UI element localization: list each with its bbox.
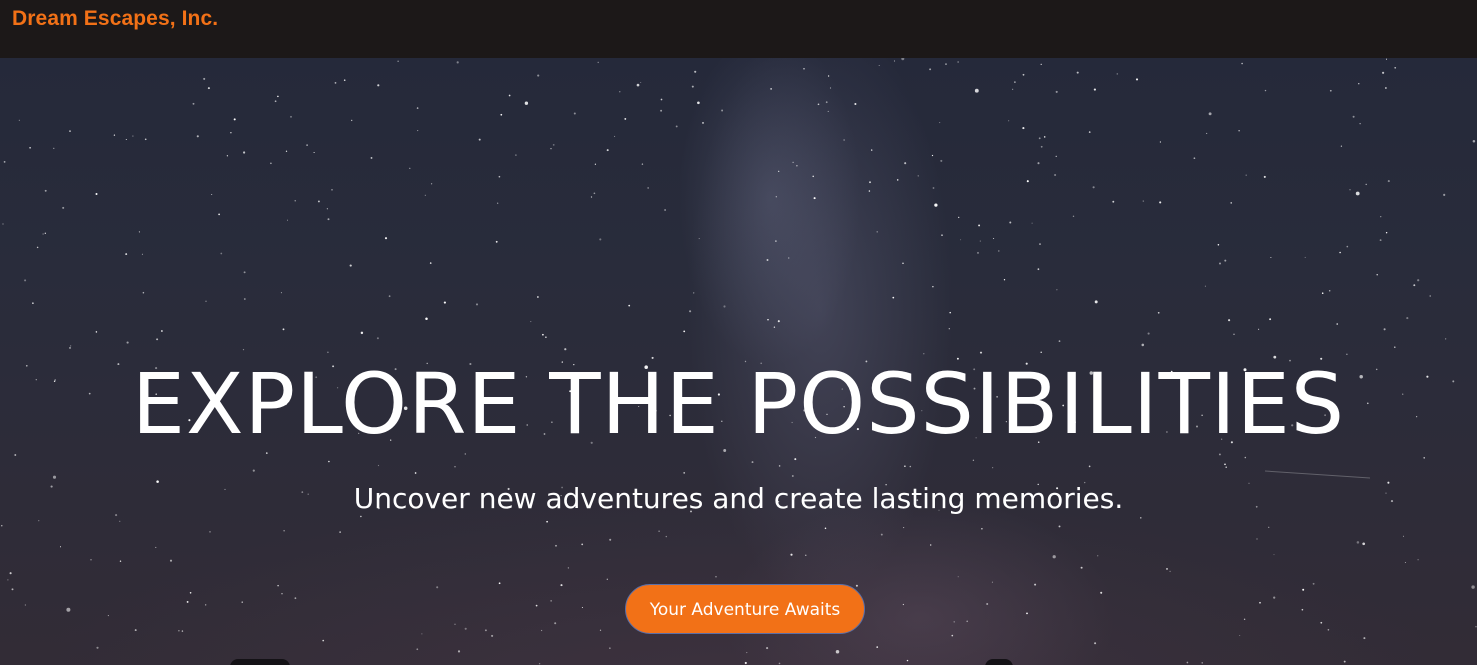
hero-subtitle: Uncover new adventures and create lastin… [353,482,1124,515]
ground-silhouette-right [985,659,1013,665]
hero-section: EXPLORE THE POSSIBILITIES Uncover new ad… [0,58,1477,665]
landing-page: Dream Escapes, Inc. EXPLORE THE POSSIBIL… [0,0,1477,665]
ground-silhouette-left [230,659,290,665]
brand-logo-link[interactable]: Dream Escapes, Inc. [12,7,218,31]
adventure-cta-button[interactable]: Your Adventure Awaits [625,584,865,634]
hero-title: EXPLORE THE POSSIBILITIES [131,355,1346,453]
top-navbar: Dream Escapes, Inc. [0,0,1477,58]
